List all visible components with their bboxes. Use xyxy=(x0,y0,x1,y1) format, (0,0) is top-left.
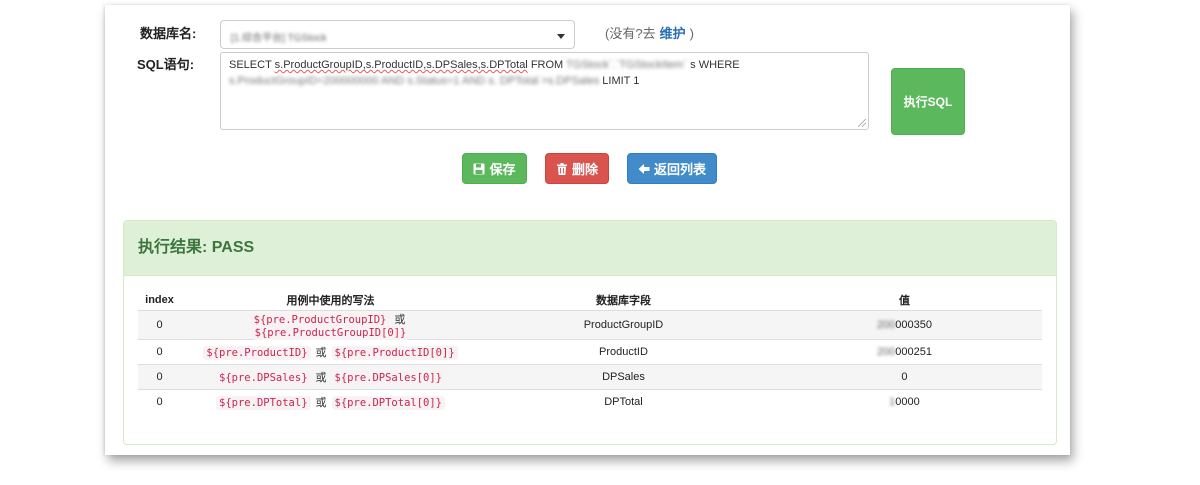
result-panel: 执行结果: PASS index 用例中使用的写法 数据库字段 值 0 ${pr… xyxy=(123,220,1057,445)
execute-sql-button[interactable]: 执行SQL xyxy=(891,68,965,135)
expression-code: ${pre.DPSales} xyxy=(216,371,311,385)
back-to-list-button[interactable]: 返回列表 xyxy=(627,153,717,184)
index-cell: 0 xyxy=(138,389,182,414)
table-header-row: index 用例中使用的写法 数据库字段 值 xyxy=(138,290,1042,311)
value-cell: 200000350 xyxy=(766,310,1042,340)
index-cell: 0 xyxy=(138,339,182,365)
expression-index-code: ${pre.ProductGroupID[0]} xyxy=(251,326,410,340)
sql-text: LIMIT 1 xyxy=(599,75,640,87)
sql-redacted-text: TGStock`.`TGStockItem` xyxy=(566,59,688,71)
field-cell: DPTotal xyxy=(479,389,767,414)
value-text: 000350 xyxy=(895,319,933,331)
save-button[interactable]: 保存 xyxy=(462,153,527,184)
maintain-hint: (没有?去 维护) xyxy=(605,23,694,42)
save-button-label: 保存 xyxy=(489,162,516,177)
value-text: 0 xyxy=(901,371,908,383)
column-header: 用例中使用的写法 xyxy=(286,295,375,307)
sql-text: SELECT xyxy=(229,59,275,71)
value-redacted: 200 xyxy=(876,319,896,331)
table-row: 0 ${pre.ProductGroupID} 或${pre.ProductGro… xyxy=(138,310,1042,340)
arrow-left-icon xyxy=(638,163,650,174)
or-text: 或 xyxy=(315,347,327,359)
or-text: 或 xyxy=(394,314,406,326)
delete-button[interactable]: 删除 xyxy=(545,153,609,184)
expression-cell: ${pre.ProductGroupID} 或${pre.ProductGroup… xyxy=(181,310,480,340)
expression-index-code: ${pre.DPTotal[0]} xyxy=(331,396,445,410)
expression-cell: ${pre.DPTotal} 或 ${pre.DPTotal[0]} xyxy=(181,389,480,414)
value-text: 0000 xyxy=(895,396,920,408)
maintain-link[interactable]: 维护 xyxy=(660,26,686,41)
table-row: 0 ${pre.DPSales} 或 ${pre.DPSales[0]} DPSal… xyxy=(138,364,1042,390)
index-cell: 0 xyxy=(138,310,182,340)
result-table: index 用例中使用的写法 数据库字段 值 0 ${pre.ProductGr… xyxy=(138,290,1042,414)
back-button-label: 返回列表 xyxy=(653,162,706,177)
value-redacted: 1 xyxy=(889,396,896,408)
column-header: 数据库字段 xyxy=(595,295,651,307)
value-cell: 200000251 xyxy=(766,339,1042,365)
floppy-disk-icon xyxy=(473,163,485,174)
hint-suffix: ) xyxy=(689,26,694,41)
value-cell: 10000 xyxy=(766,389,1042,414)
database-select-value: [1.综合平台] TGStock xyxy=(231,33,327,44)
or-text: 或 xyxy=(315,372,327,384)
sql-text: FROM xyxy=(527,59,567,71)
field-cell: ProductID xyxy=(479,339,767,365)
delete-button-label: 删除 xyxy=(571,162,598,177)
expression-index-code: ${pre.ProductID[0]} xyxy=(331,346,458,360)
value-redacted: 200 xyxy=(876,346,896,358)
hint-prefix: (没有?去 xyxy=(605,26,656,41)
expression-index-code: ${pre.DPSales[0]} xyxy=(331,371,445,385)
value-text: 000251 xyxy=(895,346,933,358)
field-cell: ProductGroupID xyxy=(479,310,767,340)
expression-cell: ${pre.ProductID} 或 ${pre.ProductID[0]} xyxy=(181,339,480,365)
value-cell: 0 xyxy=(766,364,1042,390)
sql-label: SQL语句: xyxy=(137,57,195,72)
column-header: index xyxy=(145,294,174,306)
expression-code: ${pre.ProductID} xyxy=(203,346,311,360)
sql-textarea[interactable]: SELECT s.ProductGroupID,s.ProductID,s.DP… xyxy=(220,52,869,130)
trash-icon xyxy=(556,162,567,175)
index-cell: 0 xyxy=(138,364,182,390)
result-title: 执行结果: PASS xyxy=(124,221,1056,276)
expression-code: ${pre.ProductGroupID} xyxy=(250,313,390,327)
table-row: 0 ${pre.ProductID} 或 ${pre.ProductID[0]} P… xyxy=(138,339,1042,365)
sql-text: s WHERE xyxy=(687,59,740,71)
table-row: 0 ${pre.DPTotal} 或 ${pre.DPTotal[0]} DPTot… xyxy=(138,389,1042,414)
expression-code: ${pre.DPTotal} xyxy=(216,396,311,410)
sql-editor-panel: 数据库名: [1.综合平台] TGStock (没有?去 维护) SQL语句: S… xyxy=(105,5,1070,455)
resize-handle-icon[interactable] xyxy=(858,119,866,127)
column-header: 值 xyxy=(898,295,910,307)
chevron-down-icon xyxy=(557,34,565,39)
or-text: 或 xyxy=(315,397,327,409)
expression-cell: ${pre.DPSales} 或 ${pre.DPSales[0]} xyxy=(181,364,480,390)
sql-text: s.ProductGroupID,s.ProductID,s.DPSales,s… xyxy=(274,59,528,71)
database-select[interactable]: [1.综合平台] TGStock xyxy=(220,20,575,49)
field-cell: DPSales xyxy=(479,364,767,390)
sql-redacted-text: s.ProductGroupID=200000000 AND s.Status=… xyxy=(229,75,600,87)
database-label: 数据库名: xyxy=(140,26,197,41)
